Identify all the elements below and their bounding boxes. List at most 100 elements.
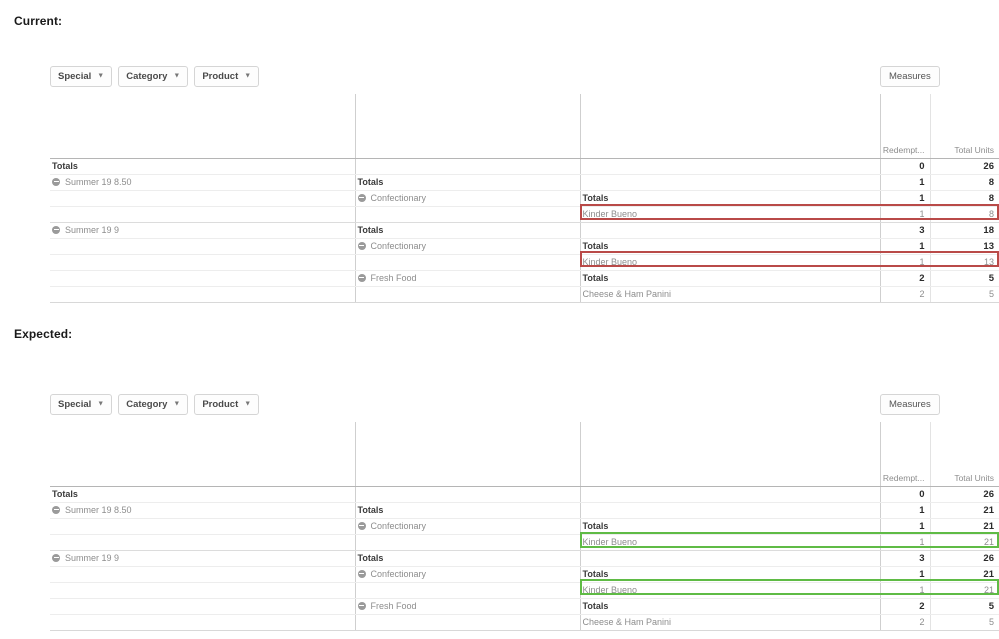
cell-special[interactable]: [50, 190, 355, 207]
cell-category[interactable]: Totals: [354, 174, 580, 191]
cell-redemptions[interactable]: 1: [879, 582, 930, 599]
cell-total-units[interactable]: 21: [929, 566, 999, 583]
table-row[interactable]: Confectionary Totals 1 8: [50, 190, 999, 207]
cell-product[interactable]: [579, 486, 880, 503]
collapse-minus-icon[interactable]: [52, 225, 60, 234]
cell-category[interactable]: Confectionary: [354, 518, 580, 535]
cell-special[interactable]: [50, 614, 355, 631]
collapse-minus-icon[interactable]: [357, 273, 366, 282]
cell-total-units[interactable]: 5: [929, 614, 999, 631]
cell-redemptions[interactable]: 0: [879, 158, 930, 175]
table-row[interactable]: Totals 0 26: [50, 486, 999, 503]
cell-special[interactable]: [50, 254, 355, 271]
cell-product[interactable]: [579, 502, 880, 519]
collapse-minus-icon[interactable]: [357, 601, 366, 610]
cell-product[interactable]: Kinder Bueno: [579, 582, 880, 599]
cell-category[interactable]: Fresh Food: [354, 270, 580, 287]
cell-product[interactable]: Kinder Bueno: [579, 534, 880, 551]
collapse-minus-icon[interactable]: [357, 521, 366, 530]
dimension-button-product[interactable]: Product ▼: [194, 66, 260, 87]
table-row[interactable]: Fresh Food Totals 2 5: [50, 270, 999, 287]
cell-total-units[interactable]: 21: [929, 502, 999, 519]
measure-header-redemptions[interactable]: Redempt...: [879, 466, 930, 487]
measure-header-total-units[interactable]: Total Units: [929, 466, 999, 487]
cell-special[interactable]: Summer 19 8.50: [50, 502, 355, 519]
cell-category[interactable]: [354, 534, 580, 551]
cell-product[interactable]: Cheese & Ham Panini: [579, 286, 880, 303]
cell-redemptions[interactable]: 0: [879, 486, 930, 503]
dimension-button-product[interactable]: Product ▼: [194, 394, 260, 415]
dimension-button-special[interactable]: Special ▼: [50, 394, 113, 415]
cell-total-units[interactable]: 8: [929, 174, 999, 191]
cell-redemptions[interactable]: 2: [879, 598, 930, 615]
collapse-minus-icon[interactable]: [52, 505, 60, 514]
cell-category[interactable]: [354, 206, 580, 223]
cell-special[interactable]: Summer 19 8.50: [50, 174, 355, 191]
cell-product[interactable]: Totals: [579, 518, 880, 535]
cell-special[interactable]: [50, 534, 355, 551]
collapse-minus-icon[interactable]: [52, 553, 60, 562]
table-row[interactable]: Kinder Bueno 1 21: [50, 534, 999, 551]
cell-special[interactable]: Totals: [50, 486, 355, 503]
cell-special[interactable]: Totals: [50, 158, 355, 175]
cell-category[interactable]: [354, 254, 580, 271]
cell-category[interactable]: Totals: [354, 502, 580, 519]
cell-special[interactable]: [50, 270, 355, 287]
cell-product[interactable]: Totals: [579, 566, 880, 583]
cell-redemptions[interactable]: 1: [879, 518, 930, 535]
collapse-minus-icon[interactable]: [357, 193, 366, 202]
cell-category[interactable]: [354, 158, 580, 175]
table-row[interactable]: Cheese & Ham Panini 2 5: [50, 614, 999, 631]
cell-special[interactable]: Summer 19 9: [50, 550, 355, 567]
cell-product[interactable]: Totals: [579, 270, 880, 287]
cell-category[interactable]: [354, 582, 580, 599]
cell-total-units[interactable]: 26: [929, 158, 999, 175]
cell-redemptions[interactable]: 2: [879, 286, 930, 303]
cell-total-units[interactable]: 5: [929, 270, 999, 287]
table-row[interactable]: Summer 19 8.50 Totals 1 21: [50, 502, 999, 519]
table-row[interactable]: Fresh Food Totals 2 5: [50, 598, 999, 615]
cell-total-units[interactable]: 21: [929, 582, 999, 599]
cell-redemptions[interactable]: 3: [879, 222, 930, 239]
cell-category[interactable]: Totals: [354, 222, 580, 239]
cell-category[interactable]: Confectionary: [354, 190, 580, 207]
cell-category[interactable]: [354, 286, 580, 303]
cell-redemptions[interactable]: 1: [879, 238, 930, 255]
collapse-minus-icon[interactable]: [52, 177, 60, 186]
cell-product[interactable]: Totals: [579, 598, 880, 615]
cell-product[interactable]: [579, 550, 880, 567]
table-row[interactable]: Kinder Bueno 1 13: [50, 254, 999, 271]
cell-category[interactable]: Confectionary: [354, 238, 580, 255]
table-row[interactable]: Totals 0 26: [50, 158, 999, 175]
collapse-minus-icon[interactable]: [357, 569, 366, 578]
cell-product[interactable]: Cheese & Ham Panini: [579, 614, 880, 631]
table-row[interactable]: Summer 19 9 Totals 3 26: [50, 550, 999, 567]
table-row[interactable]: Kinder Bueno 1 21: [50, 582, 999, 599]
collapse-minus-icon[interactable]: [357, 241, 366, 250]
cell-product[interactable]: [579, 174, 880, 191]
cell-redemptions[interactable]: 3: [879, 550, 930, 567]
cell-redemptions[interactable]: 1: [879, 566, 930, 583]
cell-product[interactable]: [579, 222, 880, 239]
cell-special[interactable]: [50, 518, 355, 535]
cell-category[interactable]: Totals: [354, 550, 580, 567]
table-row[interactable]: Summer 19 9 Totals 3 18: [50, 222, 999, 239]
cell-special[interactable]: [50, 582, 355, 599]
dimension-button-category[interactable]: Category ▼: [118, 394, 189, 415]
cell-special[interactable]: [50, 286, 355, 303]
cell-total-units[interactable]: 8: [929, 206, 999, 223]
cell-total-units[interactable]: 8: [929, 190, 999, 207]
cell-product[interactable]: Kinder Bueno: [579, 254, 880, 271]
cell-product[interactable]: Totals: [579, 190, 880, 207]
measure-header-total-units[interactable]: Total Units: [929, 138, 999, 159]
cell-total-units[interactable]: 13: [929, 254, 999, 271]
cell-total-units[interactable]: 26: [929, 486, 999, 503]
cell-redemptions[interactable]: 1: [879, 174, 930, 191]
cell-special[interactable]: Summer 19 9: [50, 222, 355, 239]
dimension-button-special[interactable]: Special ▼: [50, 66, 113, 87]
cell-redemptions[interactable]: 1: [879, 534, 930, 551]
table-row[interactable]: Cheese & Ham Panini 2 5: [50, 286, 999, 303]
table-row[interactable]: Confectionary Totals 1 21: [50, 518, 999, 535]
cell-total-units[interactable]: 18: [929, 222, 999, 239]
cell-redemptions[interactable]: 1: [879, 190, 930, 207]
